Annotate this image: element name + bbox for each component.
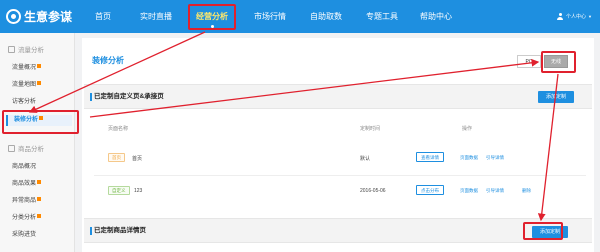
user-menu[interactable]: 个人中心 ▼	[557, 0, 592, 33]
sidebar-item-label: 访客分析	[12, 99, 37, 105]
user-icon	[557, 13, 564, 20]
annotation-box-add-button	[523, 222, 563, 240]
new-badge-icon	[37, 180, 42, 184]
column-header-custom-time: 定制时间	[360, 126, 381, 132]
page-title: 装修分析	[92, 56, 124, 65]
chevron-down-icon: ▼	[588, 14, 592, 19]
new-badge-icon	[37, 197, 42, 201]
logo-icon	[6, 8, 21, 24]
column-header-actions: 操作	[462, 126, 473, 132]
product-icon	[8, 144, 15, 152]
nav-live[interactable]: 实时直播	[132, 0, 180, 33]
sidebar-item-visitor-analysis[interactable]: 访客分析	[12, 97, 36, 108]
new-badge-icon	[37, 214, 42, 218]
page-data-link[interactable]: 页面数据	[460, 188, 478, 194]
app-logo[interactable]: 生意参谋	[6, 7, 72, 25]
sidebar-item-abnormal-products[interactable]: 异常商品	[12, 196, 42, 207]
section-title: 已定制自定义页&承接页	[90, 93, 164, 101]
sidebar-group-product[interactable]: 商品分析	[8, 143, 44, 153]
nav-market[interactable]: 市场行情	[246, 0, 294, 33]
sidebar-item-label: 商品效果	[12, 181, 37, 187]
page-type-tag: 首页	[108, 153, 125, 162]
page-name: 123	[134, 188, 143, 194]
sidebar-item-label: 分类分析	[12, 215, 37, 221]
logo-text: 生意参谋	[24, 9, 73, 24]
sidebar-item-product-overview[interactable]: 商品概况	[12, 162, 36, 173]
sidebar-item-label: 异常商品	[12, 198, 37, 204]
annotation-box-nav	[188, 4, 236, 30]
section-custom-pages: 已定制自定义页&承接页 添加定制	[84, 84, 592, 109]
page-type-tag: 自定义	[108, 186, 130, 195]
traffic-icon	[8, 45, 15, 53]
sidebar-item-label: 采购进货	[12, 232, 37, 238]
sidebar-item-traffic-overview[interactable]: 流量概况	[12, 63, 42, 74]
sidebar-item-purchasing[interactable]: 采购进货	[12, 230, 36, 241]
section-title: 已定制商品详情页	[90, 227, 146, 235]
sidebar-item-label: 流量地图	[12, 82, 37, 88]
sidebar-item-traffic-map[interactable]: 流量地图	[12, 80, 42, 91]
sidebar-group-label: 商品分析	[18, 146, 44, 153]
annotation-box-toggle	[541, 51, 576, 73]
sidebar-item-category-analysis[interactable]: 分类分析	[12, 213, 42, 224]
toggle-pc[interactable]: PC	[517, 55, 541, 68]
new-badge-icon	[37, 81, 42, 85]
main-panel: 装修分析 PC 无线 已定制自定义页&承接页 添加定制 页面名称 定制时间 操作…	[82, 38, 594, 252]
custom-time: 默认	[360, 156, 371, 162]
delete-link[interactable]: 删除	[522, 188, 531, 194]
guide-details-link[interactable]: 引导详情	[486, 188, 504, 194]
add-custom-button[interactable]: 添加定制	[538, 91, 574, 103]
nav-special-tools[interactable]: 专题工具	[358, 0, 406, 33]
custom-time: 2016-05-06	[360, 188, 386, 194]
page-name: 首页	[132, 156, 143, 162]
section-product-details: 已定制商品详情页 添加定制	[84, 218, 592, 243]
nav-home[interactable]: 首页	[88, 0, 118, 33]
new-badge-icon	[37, 64, 42, 68]
sidebar-group-label: 流量分析	[18, 47, 44, 54]
sidebar-item-label: 流量概况	[12, 65, 37, 71]
view-details-button[interactable]: 查看详情	[416, 152, 444, 162]
nav-help-center[interactable]: 帮助中心	[412, 0, 460, 33]
row-divider	[94, 175, 586, 176]
nav-self-service-data[interactable]: 自助取数	[302, 0, 350, 33]
guide-details-link[interactable]: 引导详情	[486, 155, 504, 161]
sidebar-item-label: 商品概况	[12, 164, 37, 170]
user-label: 个人中心	[566, 14, 587, 20]
sidebar: 流量分析 流量概况 流量地图 访客分析 装修分析 商品分析 商品概况 商品效果 …	[0, 33, 75, 252]
column-header-page-name: 页面名称	[108, 126, 129, 132]
annotation-box-sidebar	[2, 110, 79, 134]
top-navigation-bar: 生意参谋 首页 实时直播 经营分析 市场行情 自助取数 专题工具 帮助中心 个人…	[0, 0, 600, 33]
click-distribution-button[interactable]: 点击分布	[416, 185, 444, 195]
sidebar-item-product-effect[interactable]: 商品效果	[12, 179, 42, 190]
page-data-link[interactable]: 页面数据	[460, 155, 478, 161]
sidebar-group-traffic[interactable]: 流量分析	[8, 44, 44, 54]
